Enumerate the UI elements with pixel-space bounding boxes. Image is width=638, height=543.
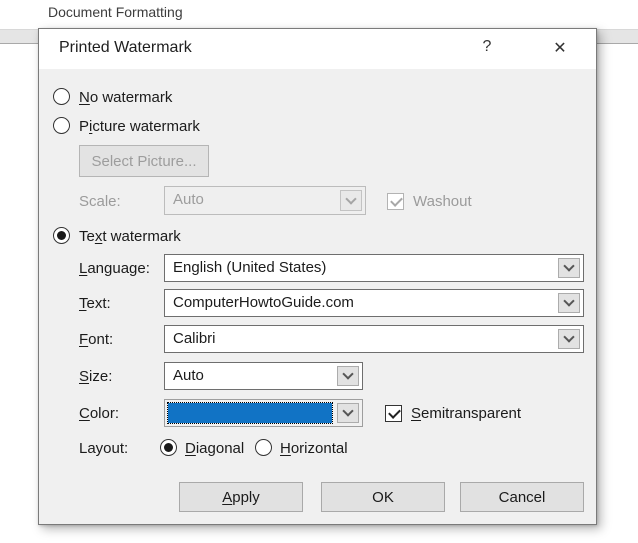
dialog-title: Printed Watermark [59, 39, 192, 56]
semitransparent-checkbox[interactable] [385, 405, 402, 422]
word-background: Document Formatting Printed Watermark ? … [0, 0, 638, 543]
color-swatch [167, 402, 333, 424]
cancel-button[interactable]: Cancel [460, 482, 584, 512]
printed-watermark-dialog: Printed Watermark ? ✕ No watermark Pictu… [38, 28, 597, 525]
apply-button[interactable]: Apply [179, 482, 303, 512]
chevron-down-icon[interactable] [558, 329, 580, 349]
chevron-down-icon [340, 190, 362, 211]
text-value: ComputerHowtoGuide.com [173, 294, 354, 311]
chevron-down-icon[interactable] [337, 366, 359, 386]
scale-value: Auto [173, 191, 204, 208]
semitransparent-label[interactable]: Semitransparent [411, 405, 521, 422]
size-value: Auto [173, 367, 204, 384]
ribbon-tab-document-formatting[interactable]: Document Formatting [48, 4, 183, 20]
ok-button[interactable]: OK [321, 482, 445, 512]
washout-checkbox [387, 193, 404, 210]
text-watermark-label[interactable]: Text watermark [79, 228, 181, 245]
picture-watermark-label[interactable]: Picture watermark [79, 118, 200, 135]
color-label: Color: [79, 405, 120, 422]
size-label: Size: [79, 368, 113, 385]
radio-text-watermark[interactable] [53, 227, 70, 244]
font-combobox[interactable]: Calibri [164, 325, 584, 353]
radio-no-watermark[interactable] [53, 88, 70, 105]
horizontal-label[interactable]: Horizontal [280, 440, 348, 457]
select-picture-button: Select Picture... [79, 145, 209, 177]
scale-combobox: Auto [164, 186, 366, 215]
scale-label: Scale: [79, 193, 121, 210]
language-label: Language: [79, 260, 150, 277]
washout-label: Washout [413, 193, 472, 210]
no-watermark-label[interactable]: No watermark [79, 89, 172, 106]
diagonal-label[interactable]: Diagonal [185, 440, 244, 457]
text-combobox[interactable]: ComputerHowtoGuide.com [164, 289, 584, 317]
language-combobox[interactable]: English (United States) [164, 254, 584, 282]
help-icon[interactable]: ? [476, 38, 498, 56]
radio-horizontal[interactable] [255, 439, 272, 456]
radio-diagonal[interactable] [160, 439, 177, 456]
close-icon[interactable]: ✕ [548, 38, 572, 58]
radio-picture-watermark[interactable] [53, 117, 70, 134]
font-value: Calibri [173, 330, 216, 347]
chevron-down-icon[interactable] [558, 258, 580, 278]
text-label: Text: [79, 295, 111, 312]
dialog-titlebar: Printed Watermark ? ✕ [39, 29, 596, 69]
language-value: English (United States) [173, 259, 327, 276]
font-label: Font: [79, 331, 114, 348]
layout-label: Layout: [79, 440, 129, 457]
chevron-down-icon[interactable] [337, 403, 359, 423]
chevron-down-icon[interactable] [558, 293, 580, 313]
color-combobox[interactable] [164, 399, 363, 427]
size-combobox[interactable]: Auto [164, 362, 363, 390]
